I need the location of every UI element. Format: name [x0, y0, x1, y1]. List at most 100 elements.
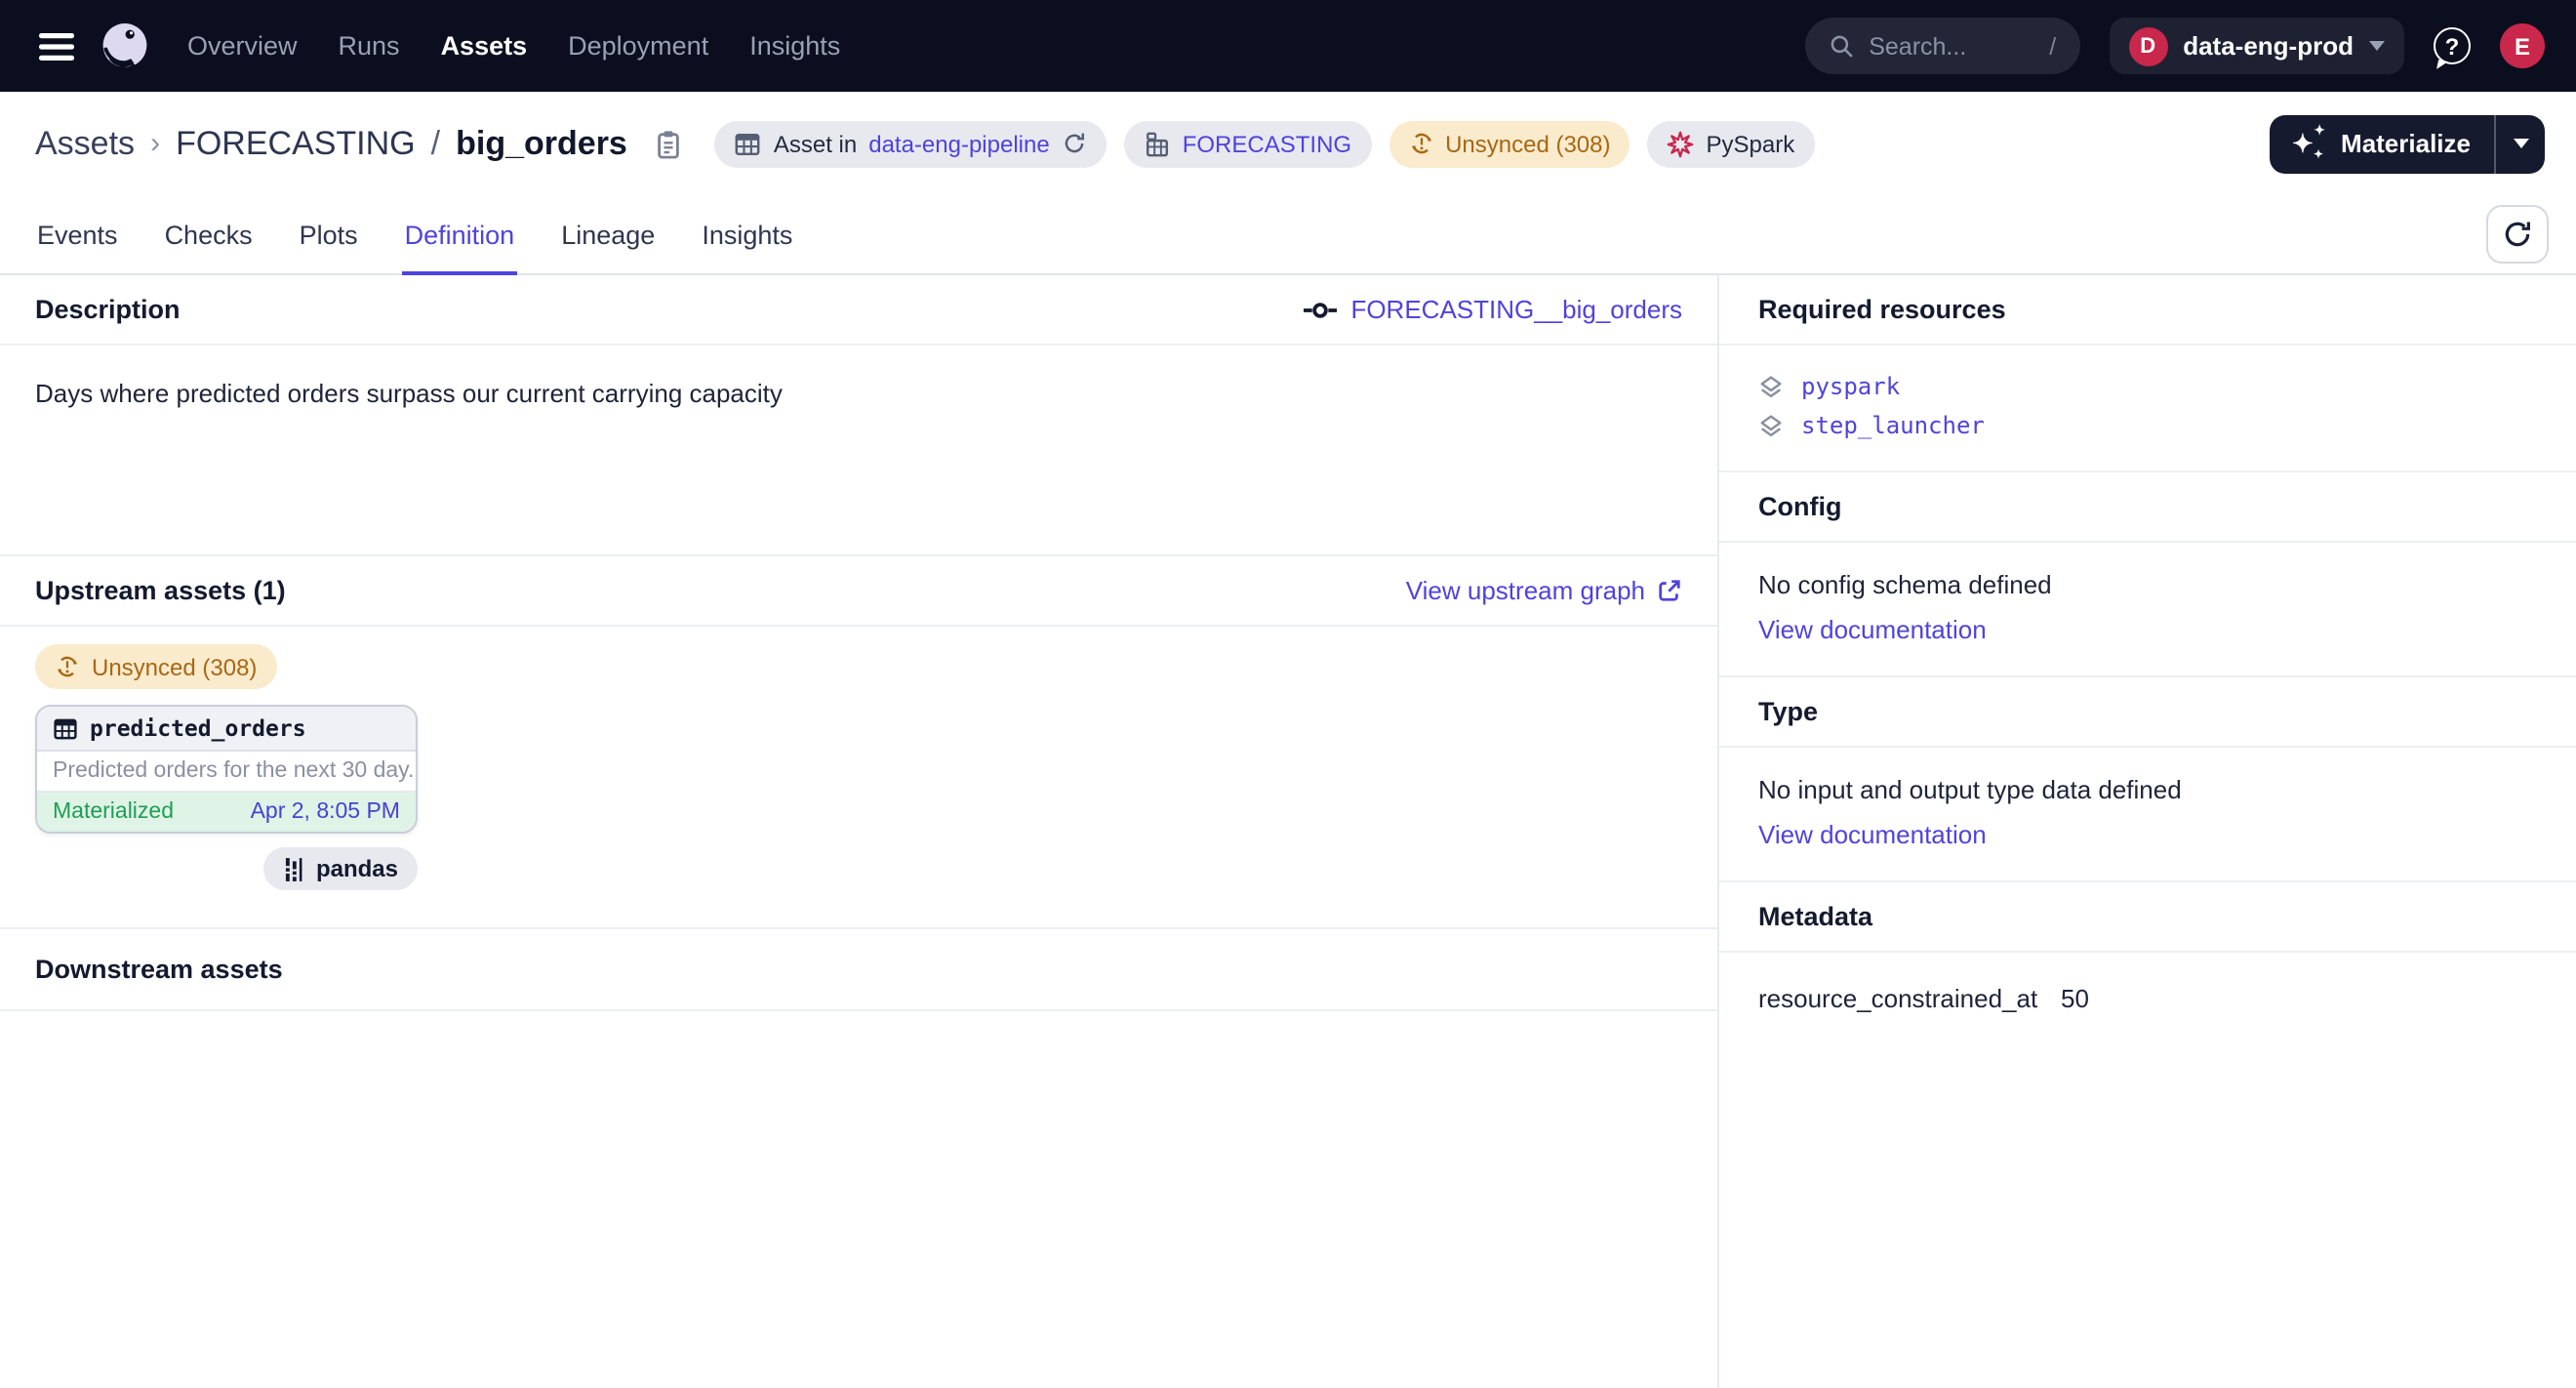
definition-content: Description FORECASTING__big_orders Days…	[0, 275, 2576, 1388]
tag-pyspark[interactable]: PySpark	[1648, 120, 1815, 167]
metadata-row: resource_constrained_at 50	[1758, 984, 2537, 1013]
main-column: Description FORECASTING__big_orders Days…	[0, 275, 1717, 1388]
asset-group-icon	[1144, 130, 1171, 157]
search-icon	[1828, 33, 1853, 59]
job-link-label: FORECASTING__big_orders	[1350, 295, 1682, 324]
tab-events[interactable]: Events	[35, 195, 120, 273]
search-placeholder: Search...	[1869, 32, 1966, 60]
nav-item-insights[interactable]: Insights	[749, 31, 840, 61]
external-link-icon	[1657, 578, 1682, 603]
user-avatar[interactable]: E	[2500, 23, 2545, 68]
job-link[interactable]: FORECASTING__big_orders	[1304, 295, 1682, 324]
materialization-timestamp[interactable]: Apr 2, 8:05 PM	[251, 800, 400, 824]
sparkle-icon: ✦✦✦	[2292, 128, 2325, 159]
nav-item-deployment[interactable]: Deployment	[568, 31, 708, 61]
tab-plots[interactable]: Plots	[298, 195, 360, 273]
tab-definition[interactable]: Definition	[403, 195, 517, 273]
description-header: Description FORECASTING__big_orders	[0, 275, 1717, 346]
dagster-logo-icon[interactable]	[98, 19, 152, 73]
pyspark-label: PySpark	[1707, 130, 1795, 157]
refresh-button[interactable]	[2486, 205, 2549, 264]
page-header: Assets › FORECASTING / big_orders Asset …	[0, 92, 2576, 195]
hamburger-icon[interactable]	[31, 20, 82, 71]
materialize-button[interactable]: ✦✦✦ Materialize	[2269, 114, 2494, 173]
sync-alert-icon	[55, 654, 80, 679]
metadata-header: Metadata	[1719, 882, 2576, 953]
upstream-badge-label: Unsynced (308)	[92, 653, 257, 680]
type-title: Type	[1758, 697, 1818, 726]
required-resources-title: Required resources	[1758, 295, 2006, 324]
copy-icon[interactable]	[655, 128, 684, 159]
top-nav-right: Search... / D data-eng-prod E	[1804, 18, 2545, 74]
compute-kind-tag-pandas[interactable]: pandas	[263, 847, 418, 890]
view-upstream-graph-label: View upstream graph	[1406, 576, 1645, 605]
type-body: No input and output type data defined Vi…	[1719, 748, 2576, 882]
metadata-value: 50	[2061, 984, 2089, 1013]
downstream-header: Downstream assets	[0, 929, 1717, 1011]
pandas-icon	[283, 856, 304, 881]
config-message: No config schema defined	[1758, 570, 2537, 599]
required-resources-body: pyspark step_launcher	[1719, 346, 2576, 472]
compute-kind-row: pandas	[35, 847, 418, 890]
metadata-body: resource_constrained_at 50	[1719, 953, 2576, 1044]
help-icon[interactable]	[2434, 27, 2471, 64]
tab-insights[interactable]: Insights	[700, 195, 794, 273]
group-link[interactable]: FORECASTING	[1183, 130, 1351, 157]
resource-row: step_launcher	[1758, 412, 2537, 439]
view-upstream-graph-link[interactable]: View upstream graph	[1406, 576, 1682, 605]
tab-lineage[interactable]: Lineage	[559, 195, 657, 273]
pyspark-icon	[1668, 130, 1695, 157]
required-resources-header: Required resources	[1719, 275, 2576, 346]
op-graph-icon	[1304, 300, 1337, 319]
chevron-down-icon	[2369, 41, 2385, 51]
metadata-title: Metadata	[1758, 902, 1872, 931]
asset-node-status: Materialized Apr 2, 8:05 PM	[37, 793, 416, 832]
type-view-documentation-link[interactable]: View documentation	[1758, 820, 1987, 849]
upstream-unsynced-badge[interactable]: Unsynced (308)	[35, 644, 276, 689]
pipeline-link[interactable]: data-eng-pipeline	[868, 130, 1050, 157]
breadcrumb-group: FORECASTING	[176, 124, 416, 163]
resource-link-pyspark[interactable]: pyspark	[1801, 373, 1900, 400]
type-message: No input and output type data defined	[1758, 775, 2537, 804]
asset-node-header: predicted_orders	[37, 707, 416, 752]
table-icon	[53, 715, 78, 741]
config-title: Config	[1758, 492, 1842, 521]
materialize-label: Materialize	[2341, 129, 2471, 158]
resource-layers-icon	[1758, 413, 1784, 438]
description-body: Days where predicted orders surpass our …	[0, 346, 1717, 556]
resource-layers-icon	[1758, 374, 1784, 399]
tag-unsynced[interactable]: Unsynced (308)	[1389, 120, 1630, 167]
reload-icon[interactable]	[1062, 131, 1087, 156]
tag-asset-in-prefix: Asset in	[774, 130, 857, 157]
definition-sidebar: Required resources pyspark step_launcher	[1717, 275, 2576, 1388]
config-view-documentation-link[interactable]: View documentation	[1758, 615, 1987, 644]
upstream-asset-node[interactable]: predicted_orders Predicted orders for th…	[35, 705, 418, 834]
breadcrumb-slash: /	[431, 124, 440, 163]
materialize-dropdown-button[interactable]	[2494, 114, 2545, 173]
materialize-split-button: ✦✦✦ Materialize	[2269, 114, 2545, 173]
breadcrumb: Assets › FORECASTING / big_orders	[35, 124, 684, 163]
tab-checks[interactable]: Checks	[163, 195, 255, 273]
nav-item-runs[interactable]: Runs	[339, 31, 400, 61]
nav-item-assets[interactable]: Assets	[441, 31, 528, 61]
asset-node-name: predicted_orders	[90, 714, 306, 742]
resource-link-step-launcher[interactable]: step_launcher	[1801, 412, 1985, 439]
top-nav: Overview Runs Assets Deployment Insights…	[0, 0, 2576, 92]
metadata-key: resource_constrained_at	[1758, 984, 2061, 1013]
breadcrumb-assets-link[interactable]: Assets	[35, 124, 135, 163]
resource-row: pyspark	[1758, 373, 2537, 400]
upstream-content: Unsynced (308) predicted_orders Predicte…	[0, 627, 1717, 929]
description-title: Description	[35, 295, 181, 324]
search-input[interactable]: Search... /	[1804, 18, 2079, 74]
tag-group-forecasting[interactable]: FORECASTING	[1124, 120, 1371, 167]
nav-item-overview[interactable]: Overview	[187, 31, 298, 61]
deployment-selector[interactable]: D data-eng-prod	[2109, 18, 2404, 74]
deployment-badge: D	[2128, 26, 2167, 65]
dagster-app: Overview Runs Assets Deployment Insights…	[0, 0, 2576, 1388]
deployment-name: data-eng-prod	[2183, 31, 2354, 61]
upstream-title: Upstream assets (1)	[35, 576, 286, 605]
tag-asset-in-pipeline[interactable]: Asset in data-eng-pipeline	[715, 120, 1107, 167]
primary-nav: Overview Runs Assets Deployment Insights	[187, 31, 840, 61]
config-body: No config schema defined View documentat…	[1719, 543, 2576, 677]
compute-kind-label: pandas	[316, 855, 398, 882]
